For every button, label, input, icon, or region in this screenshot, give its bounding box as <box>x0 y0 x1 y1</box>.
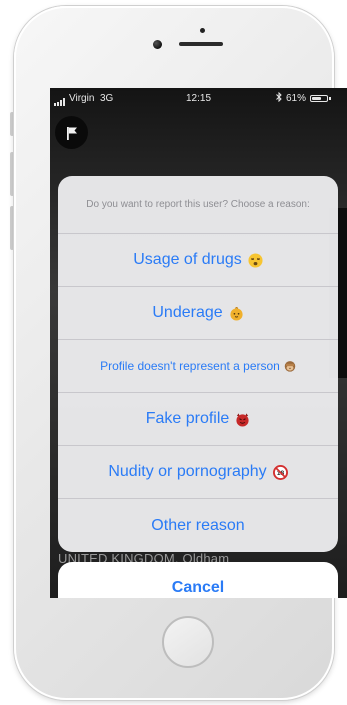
option-label: Underage <box>152 304 223 321</box>
battery-percent: 61% <box>286 93 307 104</box>
screen: Virgin 3G 12:15 61% UNITED KINGDOM, Oldh… <box>50 88 347 598</box>
option-label: Usage of drugs <box>133 251 242 268</box>
cancel-button[interactable]: Cancel <box>58 562 338 598</box>
option-label: Profile doesn't represent a person <box>100 359 280 373</box>
option-usage-of-drugs[interactable]: Usage of drugs <box>58 234 338 287</box>
see-no-evil-monkey-emoji-icon <box>284 361 296 372</box>
no-under-eighteen-emoji-icon: 18 <box>272 464 288 480</box>
report-action-sheet: Do you want to report this user? Choose … <box>58 176 338 552</box>
earpiece-speaker <box>179 42 223 46</box>
status-bar: Virgin 3G 12:15 61% <box>50 88 347 108</box>
front-camera <box>153 40 162 49</box>
phone-mockup: Virgin 3G 12:15 61% UNITED KINGDOM, Oldh… <box>0 0 347 705</box>
bluetooth-icon <box>276 91 282 105</box>
battery-level-fill <box>312 97 321 100</box>
option-nudity-or-pornography[interactable]: Nudity or pornography 18 <box>58 446 338 499</box>
proximity-sensor <box>200 28 205 33</box>
option-underage[interactable]: Underage <box>58 287 338 340</box>
option-profile-not-a-person[interactable]: Profile doesn't represent a person <box>58 340 338 393</box>
option-label: Other reason <box>151 516 245 534</box>
option-other-reason[interactable]: Other reason <box>58 499 338 552</box>
option-fake-profile[interactable]: Fake profile <box>58 393 338 446</box>
option-label: Fake profile <box>145 410 230 427</box>
action-sheet-title: Do you want to report this user? Choose … <box>58 176 338 234</box>
battery-cap <box>329 97 331 100</box>
battery-icon <box>310 95 328 102</box>
option-label: Nudity or pornography <box>108 463 267 480</box>
home-button[interactable] <box>162 616 214 668</box>
report-flag-button[interactable] <box>55 116 88 149</box>
devil-face-emoji-icon <box>236 412 249 427</box>
flag-icon <box>66 126 77 140</box>
dizzy-face-emoji-icon <box>248 252 263 268</box>
baby-emoji-icon <box>230 306 243 321</box>
